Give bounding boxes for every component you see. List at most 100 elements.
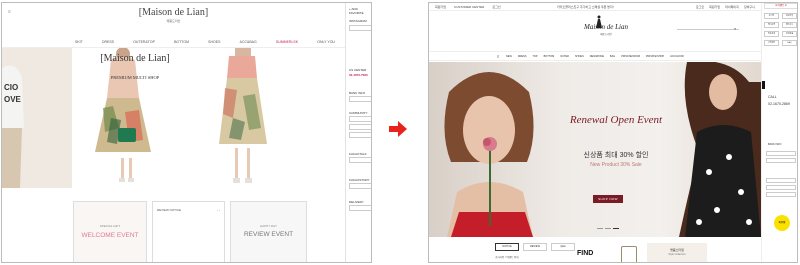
nav-item-bottom[interactable]: BOTTOM (174, 40, 189, 44)
cs-center-label: CS CENTER (349, 68, 367, 72)
slider-dot[interactable] (597, 228, 603, 229)
shop-now-button[interactable]: SHOP NOW (593, 195, 623, 203)
hero-title: Renewal Open Event (569, 114, 663, 126)
notice-arrows-icon[interactable]: ‹ › (217, 208, 220, 212)
nav-item-new[interactable]: NEW (506, 55, 512, 58)
notice-card[interactable]: REVIEW NOTICE ‹ › (152, 201, 225, 262)
sidebar-link-box[interactable] (766, 185, 796, 190)
hero-side-image: CIO OVE (2, 48, 72, 188)
bank-info-box (349, 96, 371, 102)
search-input[interactable] (677, 29, 739, 30)
nav-item-acc-bag[interactable]: ACC&BAG (240, 40, 257, 44)
find-banner-text[interactable]: FIND (577, 250, 593, 257)
kakaotalk-box[interactable] (349, 157, 371, 163)
review-small-label: HAPPY DAY (260, 224, 277, 228)
slider-dot[interactable] (605, 228, 611, 229)
event-badge[interactable]: ♥ 이벤트 ♥ (764, 3, 797, 9)
hero-title: [Maison de Lian] (100, 53, 170, 64)
top-right-login[interactable]: 로그인 (696, 5, 704, 9)
nav-item-private-orom[interactable]: PRIVATE/OROM (621, 55, 640, 58)
sidebar-link-box[interactable] (766, 178, 796, 183)
nav-item-only-you[interactable]: ONLY YOU (317, 40, 335, 44)
top-link-signup[interactable]: 회원가입 (435, 5, 446, 9)
right-arrow-icon (389, 121, 407, 137)
sidebar-cs-button[interactable]: 고객센터 (764, 40, 779, 46)
nav-item-outer[interactable]: OUTER (560, 55, 569, 58)
add-favorite-button[interactable]: + ADD FAVORITE (349, 7, 371, 15)
sidebar-order-button[interactable]: 주문조회 (764, 31, 779, 37)
nav-item-bag[interactable]: BAG (610, 55, 615, 58)
welcome-small-label: SPECIAL GIFT (99, 224, 121, 228)
slider-dot-active[interactable] (613, 228, 619, 229)
site-logo-subtitle: 메종드리안 (600, 33, 612, 36)
bank-account-box (766, 151, 796, 156)
sidebar-myshop-button[interactable]: 마이쇼핑 (764, 22, 779, 28)
review-event-card[interactable]: HAPPY DAY REVIEW EVENT (230, 201, 307, 262)
hero-korean-subtitle: 신상품 최대 30% 할인 (583, 152, 649, 159)
kakaostory-box[interactable] (349, 183, 371, 189)
top-right-mypage[interactable]: 마이페이지 (725, 5, 739, 9)
bank-account-box (766, 158, 796, 163)
tab-review[interactable]: REVIEW (523, 243, 547, 251)
tab-notice[interactable]: NOTICE (495, 243, 519, 251)
top-link-login[interactable]: 로그인 (492, 5, 500, 9)
nav-item-private-shop[interactable]: PRIVATE/SHOP (646, 55, 664, 58)
sidebar-signup-button[interactable]: 회원가입 (782, 13, 797, 19)
review-event-title: REVIEW EVENT (243, 231, 294, 238)
site-logo[interactable]: [Maison de Lian] (2, 7, 345, 18)
sidebar-cart-button[interactable]: 장바구니 (782, 22, 797, 28)
hero-banner[interactable]: Renewal Open Event 신상품 최대 30% 할인 New Pro… (429, 62, 761, 237)
welcome-event-title: WELCOME EVENT (81, 232, 139, 239)
sidebar-faq-button[interactable]: FAQ (782, 40, 797, 46)
kakao-plus-promo[interactable]: 카카오플러스친구 추가하고 스페셜 쿠폰 받자! (557, 5, 614, 9)
community-link-1[interactable] (349, 116, 371, 122)
notice-title: REVIEW NOTICE (157, 208, 182, 212)
nav-item-top[interactable]: TOP (532, 55, 537, 58)
sidebar-login-button[interactable]: 로그인 (764, 13, 779, 19)
top-right-signup[interactable]: 회원가입 (709, 5, 720, 9)
kakao-chat-button[interactable]: 옥주랑 (774, 215, 790, 231)
bank-info-label: BANK INFO (768, 143, 782, 146)
bank-info-label: BANK INFO (349, 91, 366, 95)
nav-item-skit[interactable]: SKIT (75, 40, 83, 44)
community-link-2[interactable] (349, 124, 371, 130)
slider-indicators[interactable] (597, 228, 619, 229)
nav-item-outer-top[interactable]: OUTER&TOP (133, 40, 155, 44)
style-card[interactable]: 명품스타일 Style Collection (647, 243, 707, 262)
board-tabs: NOTICE REVIEW Q&A (495, 243, 579, 251)
tab-qna[interactable]: Q&A (551, 243, 575, 251)
nav-item-dress[interactable]: DRESS (102, 40, 114, 44)
kakaotalk-link[interactable]: KAKAOTALK (349, 152, 371, 156)
sidebar-wishlist-button[interactable]: 관심상품 (782, 31, 797, 37)
call-label: CALL (768, 95, 777, 99)
top-utility-bar: 회원가입 CUSTOMER CENTER 로그인 카카오플러스친구 추가하고 스… (429, 3, 761, 11)
bag-product-image[interactable] (621, 246, 637, 262)
delivery-link[interactable]: DELIVERY (349, 200, 371, 204)
community-link-3[interactable] (349, 132, 371, 138)
nav-item-dress[interactable]: DRESS (518, 55, 527, 58)
nav-item-denim-one[interactable]: DENIM/ONE (590, 55, 604, 58)
nav-item-acc-good[interactable]: ACC/GOOD (670, 55, 684, 58)
nav-item-bottom[interactable]: BOTTOM (544, 55, 555, 58)
instagram-link[interactable]: INSTAGRAM (349, 19, 371, 23)
kakaostory-link[interactable]: KAKAOSTORY (349, 178, 371, 182)
nav-item-summer[interactable]: SUMMERLSK (276, 40, 298, 44)
sidebar-link-box[interactable] (766, 192, 796, 197)
delivery-box[interactable] (349, 205, 371, 211)
top-right-cart[interactable]: 장바구니 (744, 5, 755, 9)
top-link-customer-center[interactable]: CUSTOMER CENTER (454, 5, 484, 9)
cs-phone: 02-1670-7060 (349, 73, 368, 77)
nav-item-shoes[interactable]: SHOES (208, 40, 220, 44)
board-list-item[interactable]: 공지사항 / 이벤트 안내 (495, 255, 518, 259)
hero-banner[interactable] (73, 47, 345, 188)
after-screenshot: 회원가입 CUSTOMER CENTER 로그인 카카오플러스친구 추가하고 스… (428, 2, 798, 263)
nav-item-shoes[interactable]: SHOES (575, 55, 584, 58)
before-screenshot: ≡ [Maison de Lian] 메종드리안 SKIT DRESS OUTE… (1, 2, 372, 263)
welcome-event-card[interactable]: SPECIAL GIFT WELCOME EVENT (73, 201, 147, 262)
instagram-box[interactable] (349, 25, 371, 31)
search-icon[interactable]: ⌕ (734, 26, 736, 31)
hero-english-subtitle: New Product 30% Sale (590, 162, 642, 168)
site-logo[interactable]: Maison de Lian (581, 23, 631, 31)
menu-icon[interactable]: ≡ (497, 54, 499, 59)
sidebar-toggle-handle[interactable] (762, 81, 765, 89)
